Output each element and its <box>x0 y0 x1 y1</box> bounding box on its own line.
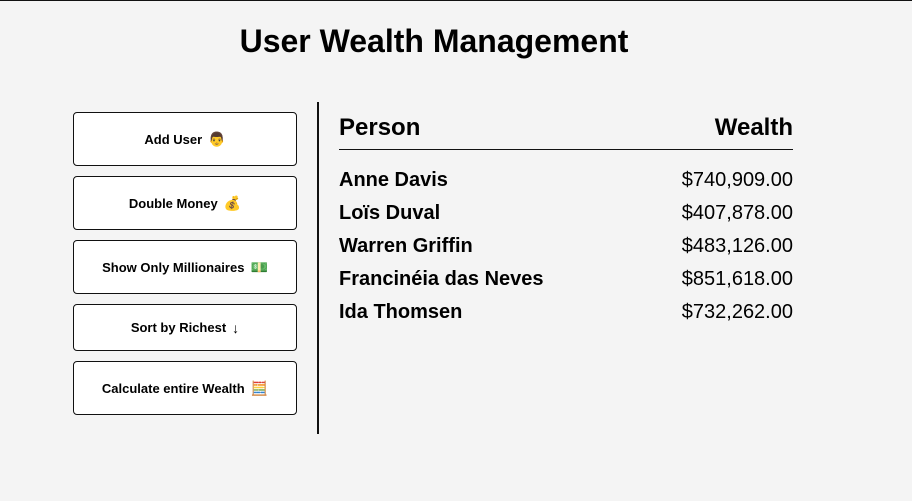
person-name: Francinéia das Neves <box>339 268 544 290</box>
table-row: Francinéia das Neves $851,618.00 <box>339 267 793 300</box>
person-name: Loïs Duval <box>339 202 441 224</box>
dollar-bills-icon: 💵 <box>250 259 268 275</box>
double-money-label: Double Money <box>128 195 218 211</box>
person-column-header: Person <box>339 114 421 141</box>
person-wealth: $407,878.00 <box>681 202 793 224</box>
person-wealth: $740,909.00 <box>681 169 793 191</box>
down-arrow-icon: ↓ <box>232 319 240 336</box>
money-bag-icon: 💰 <box>223 195 242 211</box>
wealth-table: Person Wealth Anne Davis $740,909.00 Loïs … <box>339 109 793 333</box>
table-row: Loïs Duval $407,878.00 <box>339 201 793 234</box>
calculate-wealth-button[interactable]: Calculate entire Wealth 🧮 <box>73 361 297 415</box>
person-name: Ida Thomsen <box>339 301 463 323</box>
wealth-column-header: Wealth <box>714 114 793 141</box>
add-user-button[interactable]: Add User 👨 <box>73 112 297 166</box>
abacus-icon: 🧮 <box>250 380 269 396</box>
person-name: Anne Davis <box>339 169 448 191</box>
person-wealth: $732,262.00 <box>681 301 793 323</box>
show-millionaires-button[interactable]: Show Only Millionaires 💵 <box>73 240 297 294</box>
person-wealth: $483,126.00 <box>681 235 793 257</box>
sort-richest-label: Sort by Richest <box>130 320 227 335</box>
add-user-label: Add User <box>144 131 203 147</box>
table-row: Anne Davis $740,909.00 <box>339 168 793 201</box>
show-millionaires-label: Show Only Millionaires <box>102 259 245 275</box>
table-row: Ida Thomsen $732,262.00 <box>339 300 793 333</box>
person-wealth: $851,618.00 <box>681 268 793 290</box>
table-header: Person Wealth <box>339 109 793 150</box>
page-title: User Wealth Management <box>239 23 629 59</box>
vertical-divider <box>317 102 319 434</box>
table-body: Anne Davis $740,909.00 Loïs Duval $407,878.… <box>339 168 793 333</box>
man-icon: 👨 <box>208 131 226 147</box>
sort-richest-button[interactable]: Sort by Richest ↓ <box>73 304 297 351</box>
person-name: Warren Griffin <box>339 235 473 257</box>
double-money-button[interactable]: Double Money 💰 <box>73 176 297 230</box>
calculate-wealth-label: Calculate entire Wealth <box>101 380 245 396</box>
table-row: Warren Griffin $483,126.00 <box>339 234 793 267</box>
